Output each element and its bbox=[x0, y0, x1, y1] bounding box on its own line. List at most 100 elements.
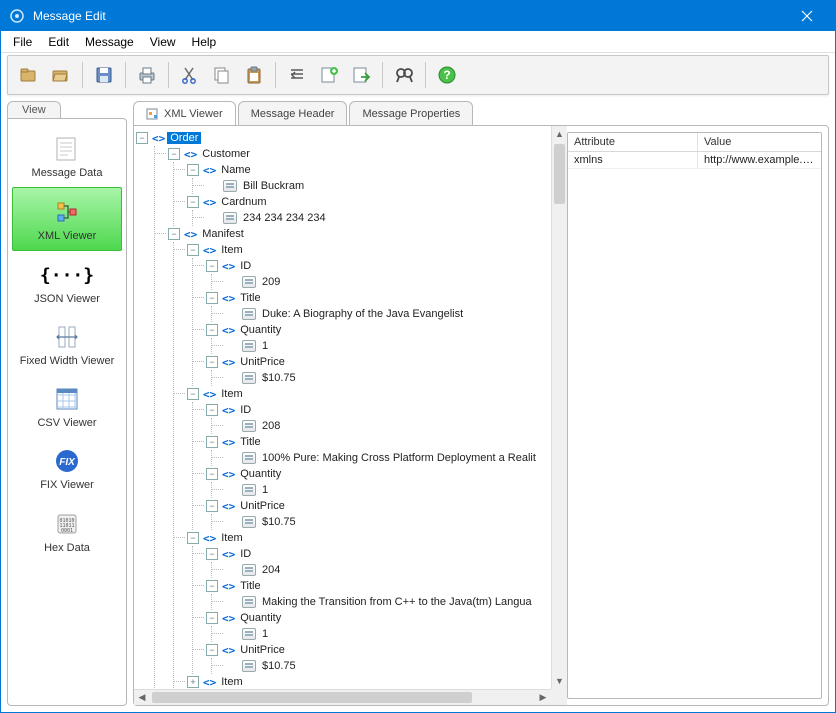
tree-element-node[interactable]: −<>Item bbox=[174, 242, 549, 258]
open-folder-button[interactable] bbox=[46, 60, 76, 90]
tree-element-node[interactable]: −<>ID bbox=[193, 402, 549, 418]
tab-label: XML Viewer bbox=[164, 108, 223, 120]
tab-message-header[interactable]: Message Header bbox=[238, 101, 348, 125]
tree-value-node[interactable]: 1 bbox=[212, 338, 549, 354]
collapse-icon[interactable]: − bbox=[206, 500, 218, 512]
xml-tree[interactable]: −<>Order−<>Customer−<>Name Bill Buckram−… bbox=[134, 126, 551, 689]
tree-element-node[interactable]: −<>Title bbox=[193, 578, 549, 594]
menu-message[interactable]: Message bbox=[77, 33, 142, 51]
svg-text:0001: 0001 bbox=[61, 528, 73, 534]
tree-value-node[interactable]: Bill Buckram bbox=[193, 178, 549, 194]
tree-value-node[interactable]: 209 bbox=[212, 274, 549, 290]
collapse-icon[interactable]: − bbox=[206, 436, 218, 448]
collapse-icon[interactable]: − bbox=[168, 228, 180, 240]
menu-help[interactable]: Help bbox=[184, 33, 225, 51]
menu-file[interactable]: File bbox=[5, 33, 40, 51]
tree-element-node[interactable]: −<>UnitPrice bbox=[193, 354, 549, 370]
tree-element-node[interactable]: −<>Manifest bbox=[155, 226, 549, 242]
collapse-icon[interactable]: − bbox=[206, 292, 218, 304]
collapse-icon[interactable]: − bbox=[187, 532, 199, 544]
collapse-icon[interactable]: − bbox=[206, 548, 218, 560]
collapse-icon[interactable]: − bbox=[206, 404, 218, 416]
element-icon: <> bbox=[222, 356, 235, 369]
collapse-icon[interactable]: − bbox=[136, 132, 148, 144]
tree-node-label: UnitPrice bbox=[237, 356, 288, 368]
sidebar-item-fix-viewer[interactable]: FIXFIX Viewer bbox=[12, 437, 122, 499]
tree-element-node[interactable]: −<>Quantity bbox=[193, 466, 549, 482]
tree-node-value: 1 bbox=[259, 484, 271, 496]
collapse-icon[interactable]: − bbox=[206, 260, 218, 272]
collapse-icon[interactable]: − bbox=[187, 244, 199, 256]
outdent-button[interactable] bbox=[282, 60, 312, 90]
tree-element-node[interactable]: −<>Item bbox=[174, 530, 549, 546]
tree-value-node[interactable]: $10.75 bbox=[212, 514, 549, 530]
tree-element-node[interactable]: −<>Quantity bbox=[193, 610, 549, 626]
tree-element-node[interactable]: −<>ID bbox=[193, 546, 549, 562]
tree-element-node[interactable]: −<>Title bbox=[193, 434, 549, 450]
horizontal-scrollbar[interactable]: ◀▶ bbox=[134, 689, 551, 705]
add-node-button[interactable] bbox=[314, 60, 344, 90]
vertical-scrollbar[interactable]: ▲▼ bbox=[551, 126, 567, 689]
tree-element-node[interactable]: −<>Quantity bbox=[193, 322, 549, 338]
menu-view[interactable]: View bbox=[142, 33, 184, 51]
help-button[interactable]: ? bbox=[432, 60, 462, 90]
save-button[interactable] bbox=[89, 60, 119, 90]
tree-element-node[interactable]: −<>Title bbox=[193, 290, 549, 306]
tree-element-node[interactable]: −<>UnitPrice bbox=[193, 642, 549, 658]
collapse-icon[interactable]: − bbox=[206, 580, 218, 592]
tree-value-node[interactable]: $10.75 bbox=[212, 658, 549, 674]
menu-edit[interactable]: Edit bbox=[40, 33, 77, 51]
tree-element-node[interactable]: −<>Order bbox=[136, 130, 549, 146]
tab-xml-viewer[interactable]: XML Viewer bbox=[133, 101, 236, 125]
print-button[interactable] bbox=[132, 60, 162, 90]
tree-value-node[interactable]: $10.75 bbox=[212, 370, 549, 386]
cut-button[interactable] bbox=[175, 60, 205, 90]
expand-icon[interactable]: + bbox=[187, 676, 199, 688]
tree-value-node[interactable]: 100% Pure: Making Cross Platform Deploym… bbox=[212, 450, 549, 466]
sidebar-tab[interactable]: View bbox=[7, 101, 61, 118]
export-button[interactable] bbox=[346, 60, 376, 90]
open-file-button[interactable] bbox=[14, 60, 44, 90]
collapse-icon[interactable]: − bbox=[206, 356, 218, 368]
attr-header-attribute[interactable]: Attribute bbox=[568, 133, 698, 151]
sidebar-item-xml-viewer[interactable]: XML Viewer bbox=[12, 187, 122, 251]
sidebar-item-fixed-width-viewer[interactable]: Fixed Width Viewer bbox=[12, 313, 122, 375]
tree-element-node[interactable]: −<>Item bbox=[174, 386, 549, 402]
text-node-icon bbox=[242, 340, 256, 352]
collapse-icon[interactable]: − bbox=[206, 468, 218, 480]
collapse-icon[interactable]: − bbox=[187, 196, 199, 208]
sidebar-item-csv-viewer[interactable]: CSV Viewer bbox=[12, 375, 122, 437]
tree-value-node[interactable]: Making the Transition from C++ to the Ja… bbox=[212, 594, 549, 610]
tree-element-node[interactable]: +<>Item bbox=[174, 674, 549, 689]
tree-element-node[interactable]: −<>Customer bbox=[155, 146, 549, 162]
collapse-icon[interactable]: − bbox=[206, 612, 218, 624]
tree-value-node[interactable]: 1 bbox=[212, 482, 549, 498]
tree-element-node[interactable]: −<>Cardnum bbox=[174, 194, 549, 210]
collapse-icon[interactable]: − bbox=[187, 164, 199, 176]
tree-value-node[interactable]: 204 bbox=[212, 562, 549, 578]
copy-button[interactable] bbox=[207, 60, 237, 90]
element-icon: <> bbox=[152, 132, 165, 145]
tree-element-node[interactable]: −<>ID bbox=[193, 258, 549, 274]
tab-message-properties[interactable]: Message Properties bbox=[349, 101, 473, 125]
collapse-icon[interactable]: − bbox=[206, 644, 218, 656]
attr-header-value[interactable]: Value bbox=[698, 133, 821, 151]
sidebar-item-hex-data[interactable]: 01010110110001Hex Data bbox=[12, 500, 122, 562]
tree-value-node[interactable]: 208 bbox=[212, 418, 549, 434]
find-button[interactable] bbox=[389, 60, 419, 90]
tree-value-node[interactable]: Duke: A Biography of the Java Evangelist bbox=[212, 306, 549, 322]
collapse-icon[interactable]: − bbox=[168, 148, 180, 160]
attribute-row[interactable]: xmlnshttp://www.example.com... bbox=[568, 152, 821, 169]
element-icon: <> bbox=[222, 612, 235, 625]
close-button[interactable] bbox=[787, 6, 827, 26]
collapse-icon[interactable]: − bbox=[187, 388, 199, 400]
tree-element-node[interactable]: −<>UnitPrice bbox=[193, 498, 549, 514]
sidebar-item-message-data[interactable]: Message Data bbox=[12, 125, 122, 187]
sidebar-item-json-viewer[interactable]: {···}JSON Viewer bbox=[12, 251, 122, 313]
tree-value-node[interactable]: 1 bbox=[212, 626, 549, 642]
tree-element-node[interactable]: −<>Name bbox=[174, 162, 549, 178]
paste-button[interactable] bbox=[239, 60, 269, 90]
collapse-icon[interactable]: − bbox=[206, 324, 218, 336]
tree-value-node[interactable]: 234 234 234 234 bbox=[193, 210, 549, 226]
tree-node-label: ID bbox=[237, 260, 254, 272]
